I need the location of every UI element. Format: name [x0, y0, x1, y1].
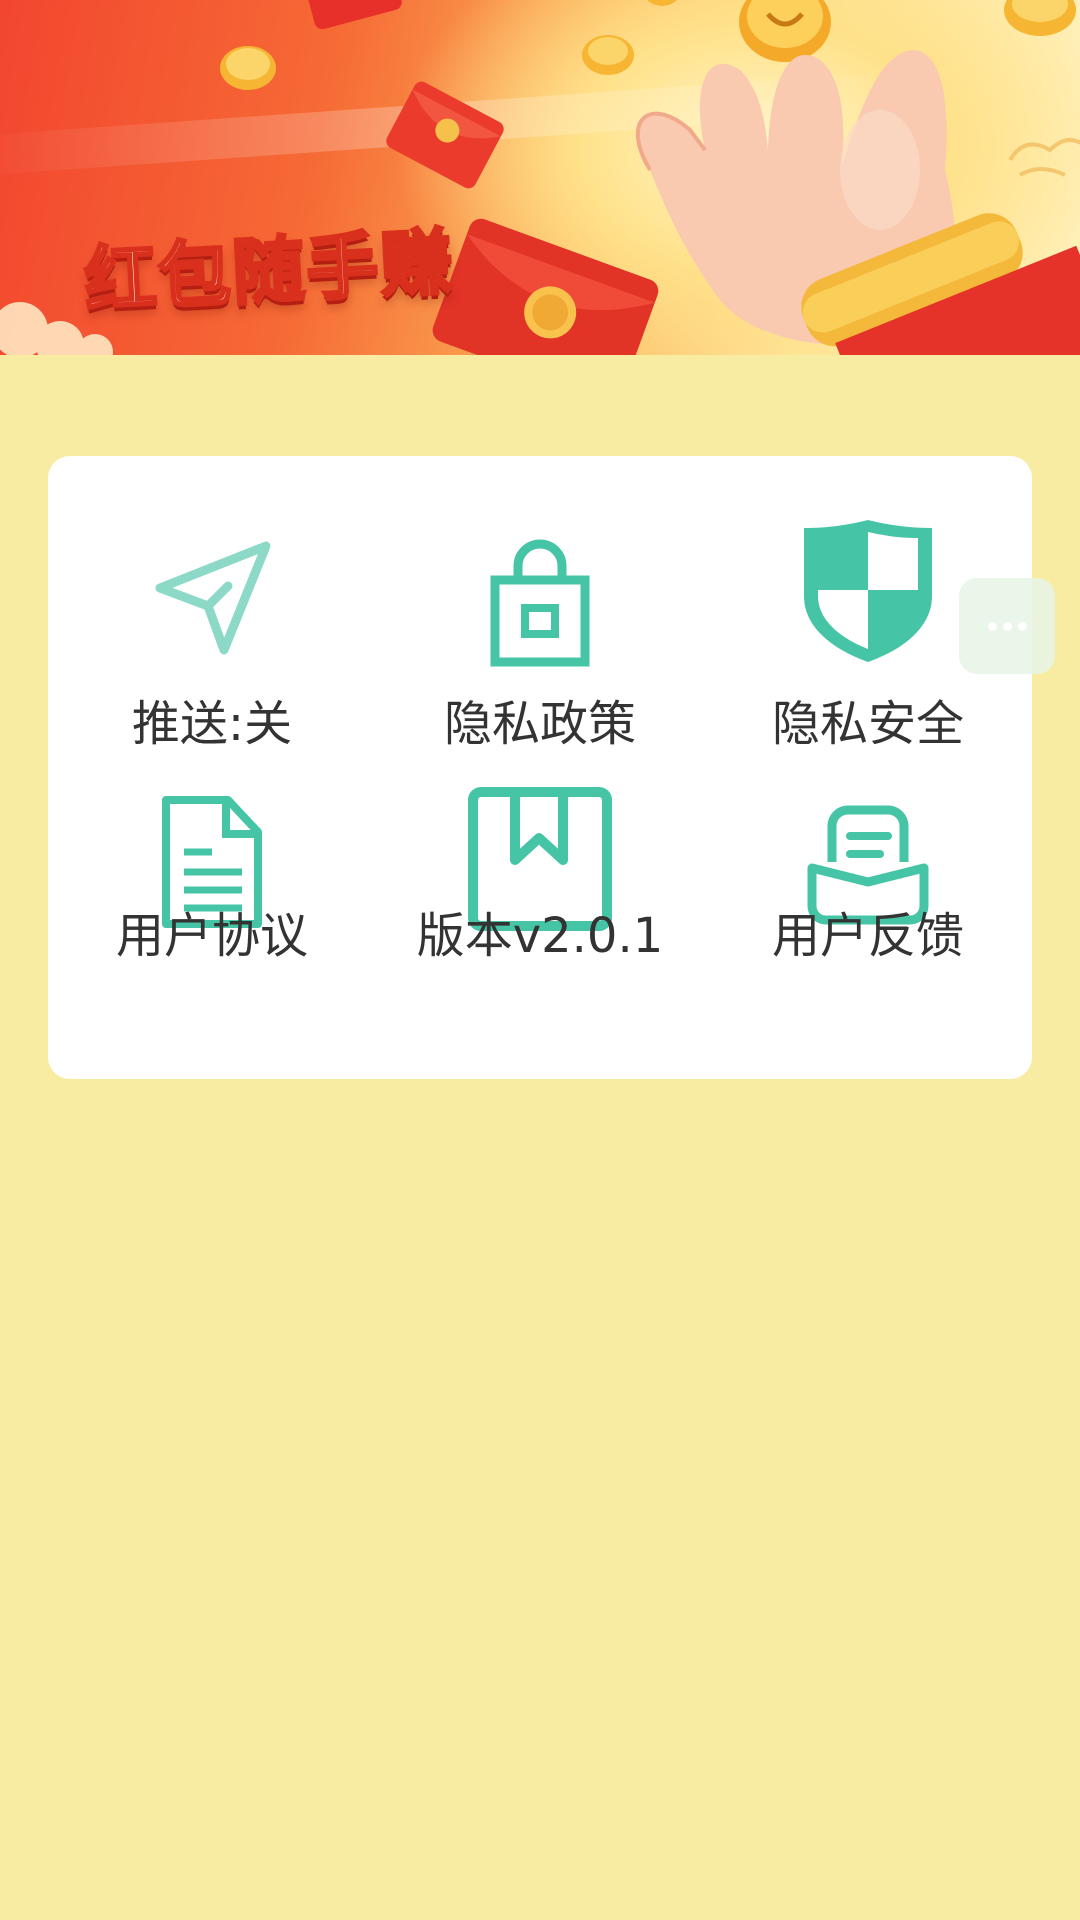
menu-label-version: 版本v2.0.1 — [416, 908, 664, 964]
menu-item-push[interactable]: 推送:关 — [48, 516, 376, 766]
settings-menu-card: 推送:关 隐私政策 隐私安全 用户协议 版本v2.0.1 用户反馈 — [48, 456, 1032, 1079]
shield-icon — [804, 520, 932, 662]
more-dots-icon — [985, 621, 1030, 631]
menu-label-push: 推送:关 — [131, 696, 293, 752]
menu-label-user-feedback: 用户反馈 — [771, 908, 964, 964]
menu-item-version[interactable]: 版本v2.0.1 — [376, 786, 704, 1036]
menu-item-user-feedback[interactable]: 用户反馈 — [704, 786, 1032, 1036]
menu-label-privacy-policy: 隐私政策 — [443, 696, 636, 752]
menu-item-user-agreement[interactable]: 用户协议 — [48, 786, 376, 1036]
promo-banner[interactable]: 红包随手赚 — [0, 0, 1080, 355]
menu-label-privacy-security: 隐私安全 — [771, 696, 964, 752]
menu-item-privacy-policy[interactable]: 隐私政策 — [376, 516, 704, 766]
banner-title: 红包随手赚 — [81, 218, 458, 324]
more-options-button[interactable] — [959, 578, 1055, 674]
menu-label-user-agreement: 用户协议 — [115, 908, 308, 964]
lock-icon — [490, 539, 590, 667]
send-icon — [155, 541, 271, 655]
